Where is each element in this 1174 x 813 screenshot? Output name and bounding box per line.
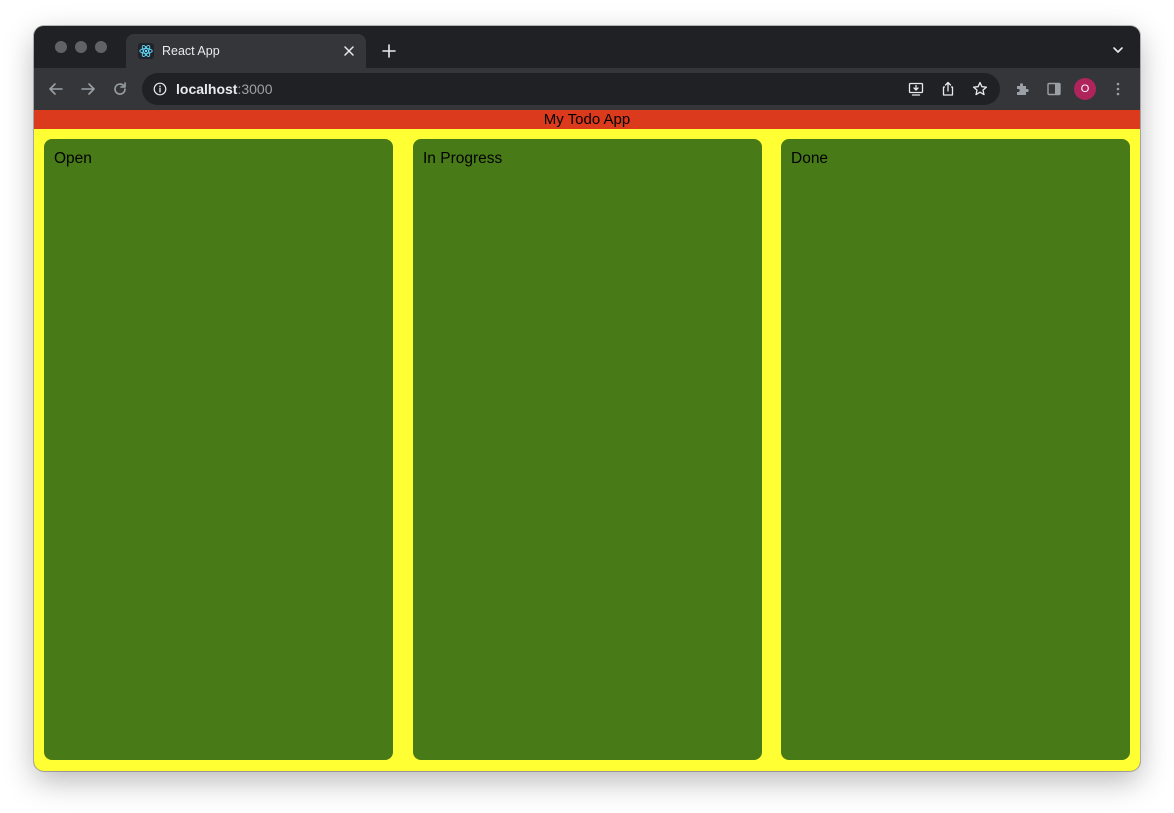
zoom-window-button[interactable]	[95, 41, 107, 53]
arrow-left-icon[interactable]	[44, 77, 68, 101]
react-logo-icon	[138, 43, 154, 59]
tab-strip: React App	[34, 26, 1140, 68]
close-window-button[interactable]	[55, 41, 67, 53]
column-in-progress: In Progress	[413, 139, 762, 760]
url-port: :3000	[237, 81, 273, 97]
kebab-menu-icon[interactable]	[1106, 77, 1130, 101]
side-panel-icon[interactable]	[1042, 77, 1066, 101]
column-open: Open	[44, 139, 393, 760]
minimize-window-button[interactable]	[75, 41, 87, 53]
column-done: Done	[781, 139, 1130, 760]
address-bar[interactable]: localhost:3000	[142, 73, 1000, 105]
plus-icon[interactable]	[378, 40, 400, 62]
tab-title: React App	[162, 44, 220, 58]
browser-window: React App localhost:3000 O My Todo App O…	[34, 26, 1140, 771]
info-icon[interactable]	[152, 81, 168, 97]
url-text[interactable]: localhost:3000	[176, 81, 904, 97]
page-content: My Todo App Open In Progress Done	[34, 110, 1140, 771]
chevron-down-icon[interactable]	[1108, 40, 1128, 60]
arrow-right-icon[interactable]	[76, 77, 100, 101]
puzzle-icon[interactable]	[1010, 77, 1034, 101]
app-header: My Todo App	[34, 110, 1140, 129]
browser-tab[interactable]: React App	[126, 34, 366, 68]
star-icon[interactable]	[968, 77, 992, 101]
reload-icon[interactable]	[108, 77, 132, 101]
column-title: Open	[54, 150, 92, 167]
column-title: In Progress	[423, 150, 503, 167]
install-app-icon[interactable]	[904, 77, 928, 101]
share-icon[interactable]	[936, 77, 960, 101]
browser-toolbar: localhost:3000 O	[34, 68, 1140, 110]
close-icon[interactable]	[340, 42, 358, 60]
profile-avatar[interactable]: O	[1074, 78, 1096, 100]
url-host: localhost	[176, 81, 238, 97]
column-title: Done	[791, 150, 829, 167]
